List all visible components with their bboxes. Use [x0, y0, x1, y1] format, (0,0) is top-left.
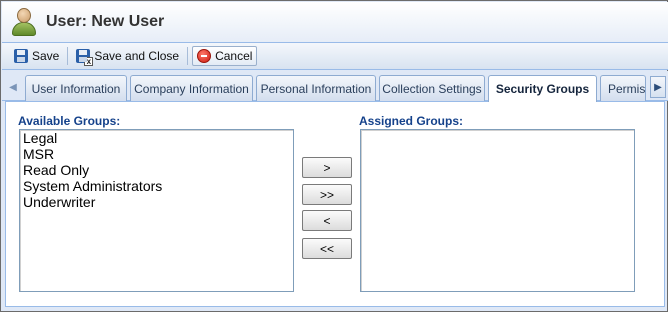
arrow-right-icon[interactable]: ▶ — [650, 76, 666, 98]
save-and-close-label: Save and Close — [94, 49, 180, 63]
tab-collection-settings[interactable]: Collection Settings — [379, 75, 485, 101]
tab-label: Personal Information — [260, 81, 372, 96]
tab-security-groups[interactable]: Security Groups — [488, 75, 597, 102]
list-item[interactable]: Legal — [20, 130, 293, 146]
assigned-groups-label: Assigned Groups: — [359, 114, 464, 128]
add-all-button[interactable]: >> — [302, 184, 352, 205]
floppy-disk-icon — [14, 49, 28, 63]
available-groups-label: Available Groups: — [18, 114, 121, 128]
cancel-icon — [197, 49, 212, 63]
save-button-label: Save — [32, 49, 60, 63]
security-groups-panel: Available Groups: Legal MSR Read Only Sy… — [5, 101, 665, 307]
tab-company-information[interactable]: Company Information — [130, 75, 253, 101]
toolbar: Save x Save and Close Cancel — [2, 42, 668, 70]
list-item[interactable]: MSR — [20, 146, 293, 162]
list-item[interactable]: Read Only — [20, 162, 293, 178]
arrow-left-icon[interactable]: ◀ — [5, 76, 21, 98]
cancel-button[interactable]: Cancel — [192, 46, 258, 66]
tab-label: User Information — [31, 81, 121, 96]
tab-permissions[interactable]: Permiss — [600, 75, 646, 101]
add-selected-button[interactable]: > — [302, 157, 352, 178]
remove-selected-button[interactable]: < — [302, 210, 352, 231]
user-window: User: New User Save x Save and Close Can… — [0, 0, 668, 312]
tab-label: Security Groups — [495, 82, 590, 96]
floppy-close-icon: x — [76, 49, 94, 66]
tab-strip: ◀ User Information Company Information P… — [2, 71, 668, 102]
cancel-button-label: Cancel — [215, 49, 253, 63]
tab-label: Company Information — [134, 81, 249, 96]
tab-label: Permiss — [608, 81, 646, 96]
tab-personal-information[interactable]: Personal Information — [256, 75, 376, 101]
title-bar: User: New User — [2, 2, 668, 42]
save-button[interactable]: Save — [10, 46, 63, 66]
list-item[interactable]: Underwriter — [20, 194, 293, 210]
list-item[interactable]: System Administrators — [20, 178, 293, 194]
available-groups-list[interactable]: Legal MSR Read Only System Administrator… — [19, 129, 294, 292]
toolbar-separator — [187, 47, 189, 65]
tab-label: Collection Settings — [382, 81, 482, 96]
remove-all-button[interactable]: << — [302, 238, 352, 259]
tab-user-information[interactable]: User Information — [25, 75, 127, 101]
save-and-close-button[interactable]: x Save and Close — [72, 46, 183, 66]
toolbar-separator — [67, 47, 69, 65]
window-title: User: New User — [46, 13, 165, 30]
user-icon — [10, 7, 38, 37]
assigned-groups-list[interactable] — [360, 129, 635, 292]
